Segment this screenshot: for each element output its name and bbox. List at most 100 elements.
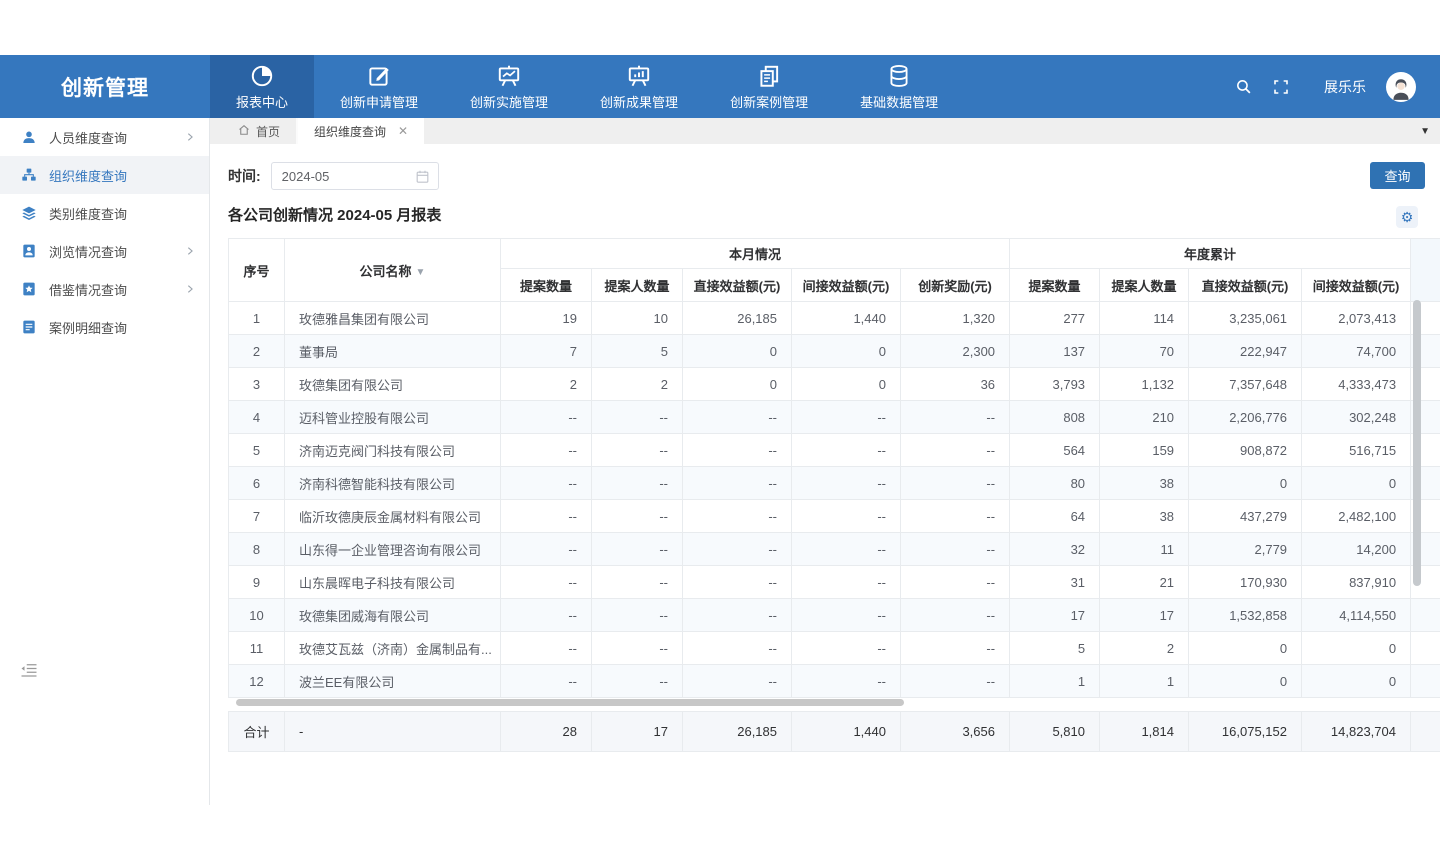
page: 创新管理 报表中心 创新申请管理 创新实施管理	[0, 0, 1440, 860]
value-cell: 21	[1100, 566, 1189, 599]
col-header[interactable]: 提案数量	[1010, 269, 1100, 302]
value-cell: --	[501, 434, 592, 467]
total-value: 16,075,152	[1189, 712, 1302, 752]
time-input[interactable]	[272, 169, 402, 184]
value-cell: --	[901, 434, 1010, 467]
sidebar-item-person-dimension[interactable]: 人员维度查询	[0, 118, 209, 156]
total-value: 14,823,704	[1302, 712, 1411, 752]
value-cell: 3,235,061	[1189, 302, 1302, 335]
table-row: 8山东得一企业管理咨询有限公司----------32112,77914,200	[229, 533, 1440, 566]
fullscreen-icon[interactable]	[1272, 78, 1290, 96]
value-cell: 70	[1100, 335, 1189, 368]
nav-item-base-data[interactable]: 基础数据管理	[834, 55, 964, 118]
value-cell: 137	[1010, 335, 1100, 368]
value-cell: --	[501, 599, 592, 632]
sidebar-label: 组织维度查询	[49, 166, 127, 185]
value-cell: --	[683, 500, 792, 533]
col-header[interactable]: 创新奖励(元)	[901, 269, 1010, 302]
value-cell: 0	[792, 368, 901, 401]
tab-home[interactable]: 首页	[222, 118, 298, 144]
sidebar-label: 浏览情况查询	[49, 242, 127, 261]
sidebar-item-browse-status[interactable]: 浏览情况查询	[0, 232, 209, 270]
total-value: 5,810	[1010, 712, 1100, 752]
group-header-month: 本月情况	[501, 239, 1010, 269]
col-header[interactable]: 提案数量	[501, 269, 592, 302]
value-cell: 0	[1302, 632, 1411, 665]
seq-cell: 6	[229, 467, 285, 500]
col-header[interactable]: 提案人数量	[1100, 269, 1189, 302]
tab-list-caret-icon[interactable]: ▼	[1420, 126, 1430, 137]
value-cell: 2,482,100	[1302, 500, 1411, 533]
table-row: 1玫德雅昌集团有限公司191026,1851,4401,3202771143,2…	[229, 302, 1440, 335]
seq-cell: 7	[229, 500, 285, 533]
value-cell: --	[683, 665, 792, 698]
col-header[interactable]: 直接效益额(元)	[1189, 269, 1302, 302]
report-table-grid: 序号 公司名称▼ 本月情况 年度累计 提案数量 提案人数量 直接效益额(元) 间…	[228, 238, 1440, 698]
table-row: 10玫德集团威海有限公司----------17171,532,8584,114…	[229, 599, 1440, 632]
nav-item-innovation-implement[interactable]: 创新实施管理	[444, 55, 574, 118]
tab-org-dimension[interactable]: 组织维度查询 ✕	[298, 118, 424, 144]
phantom-cell	[1411, 632, 1440, 665]
search-icon[interactable]	[1234, 78, 1252, 96]
nav-item-innovation-apply[interactable]: 创新申请管理	[314, 55, 444, 118]
gear-icon[interactable]: ⚙	[1396, 206, 1418, 228]
tab-label: 组织维度查询	[314, 123, 386, 140]
sidebar-item-reference-status[interactable]: 借鉴情况查询	[0, 270, 209, 308]
col-header-seq[interactable]: 序号	[229, 239, 285, 302]
value-cell: 5	[1010, 632, 1100, 665]
top-nav: 报表中心 创新申请管理 创新实施管理 创新成果管理	[210, 55, 964, 118]
close-icon[interactable]: ✕	[398, 124, 408, 138]
presentation-bar-chart-icon	[626, 63, 652, 89]
copy-docs-icon	[756, 63, 782, 89]
value-cell: 31	[1010, 566, 1100, 599]
value-cell: --	[501, 566, 592, 599]
value-cell: 3,793	[1010, 368, 1100, 401]
col-header[interactable]: 提案人数量	[592, 269, 683, 302]
nav-label: 创新实施管理	[470, 92, 548, 111]
nav-label: 基础数据管理	[860, 92, 938, 111]
person-icon	[20, 129, 37, 146]
sidebar-item-org-dimension[interactable]: 组织维度查询	[0, 156, 209, 194]
value-cell: 36	[901, 368, 1010, 401]
value-cell: --	[901, 599, 1010, 632]
nav-item-report-center[interactable]: 报表中心	[210, 55, 314, 118]
value-cell: --	[592, 533, 683, 566]
col-header[interactable]: 直接效益额(元)	[683, 269, 792, 302]
total-label: 合计	[229, 712, 285, 752]
company-cell: 山东得一企业管理咨询有限公司	[285, 533, 501, 566]
total-value: 1,440	[792, 712, 901, 752]
value-cell: 1,320	[901, 302, 1010, 335]
table-body: 1玫德雅昌集团有限公司191026,1851,4401,3202771143,2…	[229, 302, 1440, 698]
phantom-cell	[1411, 599, 1440, 632]
value-cell: --	[901, 401, 1010, 434]
query-button[interactable]: 查询	[1370, 162, 1425, 189]
chevron-right-icon	[185, 244, 195, 259]
nav-item-innovation-achievement[interactable]: 创新成果管理	[574, 55, 704, 118]
vertical-scrollbar[interactable]	[1413, 300, 1421, 586]
group-header-year: 年度累计	[1010, 239, 1411, 269]
top-bar: 创新管理 报表中心 创新申请管理 创新实施管理	[0, 55, 1440, 118]
avatar[interactable]	[1386, 72, 1416, 102]
table-row: 6济南科德智能科技有限公司----------803800	[229, 467, 1440, 500]
value-cell: --	[901, 500, 1010, 533]
value-cell: 437,279	[1189, 500, 1302, 533]
value-cell: --	[683, 599, 792, 632]
value-cell: 74,700	[1302, 335, 1411, 368]
time-picker[interactable]	[271, 162, 439, 190]
nav-item-innovation-case[interactable]: 创新案例管理	[704, 55, 834, 118]
company-cell: 济南科德智能科技有限公司	[285, 467, 501, 500]
collapse-sidebar-icon[interactable]	[20, 662, 38, 683]
sidebar-item-case-detail[interactable]: 案例明细查询	[0, 308, 209, 346]
value-cell: --	[683, 467, 792, 500]
user-name[interactable]: 展乐乐	[1324, 77, 1366, 97]
col-header[interactable]: 间接效益额(元)	[792, 269, 901, 302]
value-cell: 0	[1189, 632, 1302, 665]
horizontal-scrollbar[interactable]	[236, 699, 904, 706]
col-header-company[interactable]: 公司名称▼	[285, 239, 501, 302]
sidebar-label: 人员维度查询	[49, 128, 127, 147]
value-cell: 0	[683, 335, 792, 368]
phantom-column-header	[1411, 239, 1440, 302]
sidebar-item-category-dimension[interactable]: 类别维度查询	[0, 194, 209, 232]
value-cell: --	[683, 434, 792, 467]
col-header[interactable]: 间接效益额(元)	[1302, 269, 1411, 302]
